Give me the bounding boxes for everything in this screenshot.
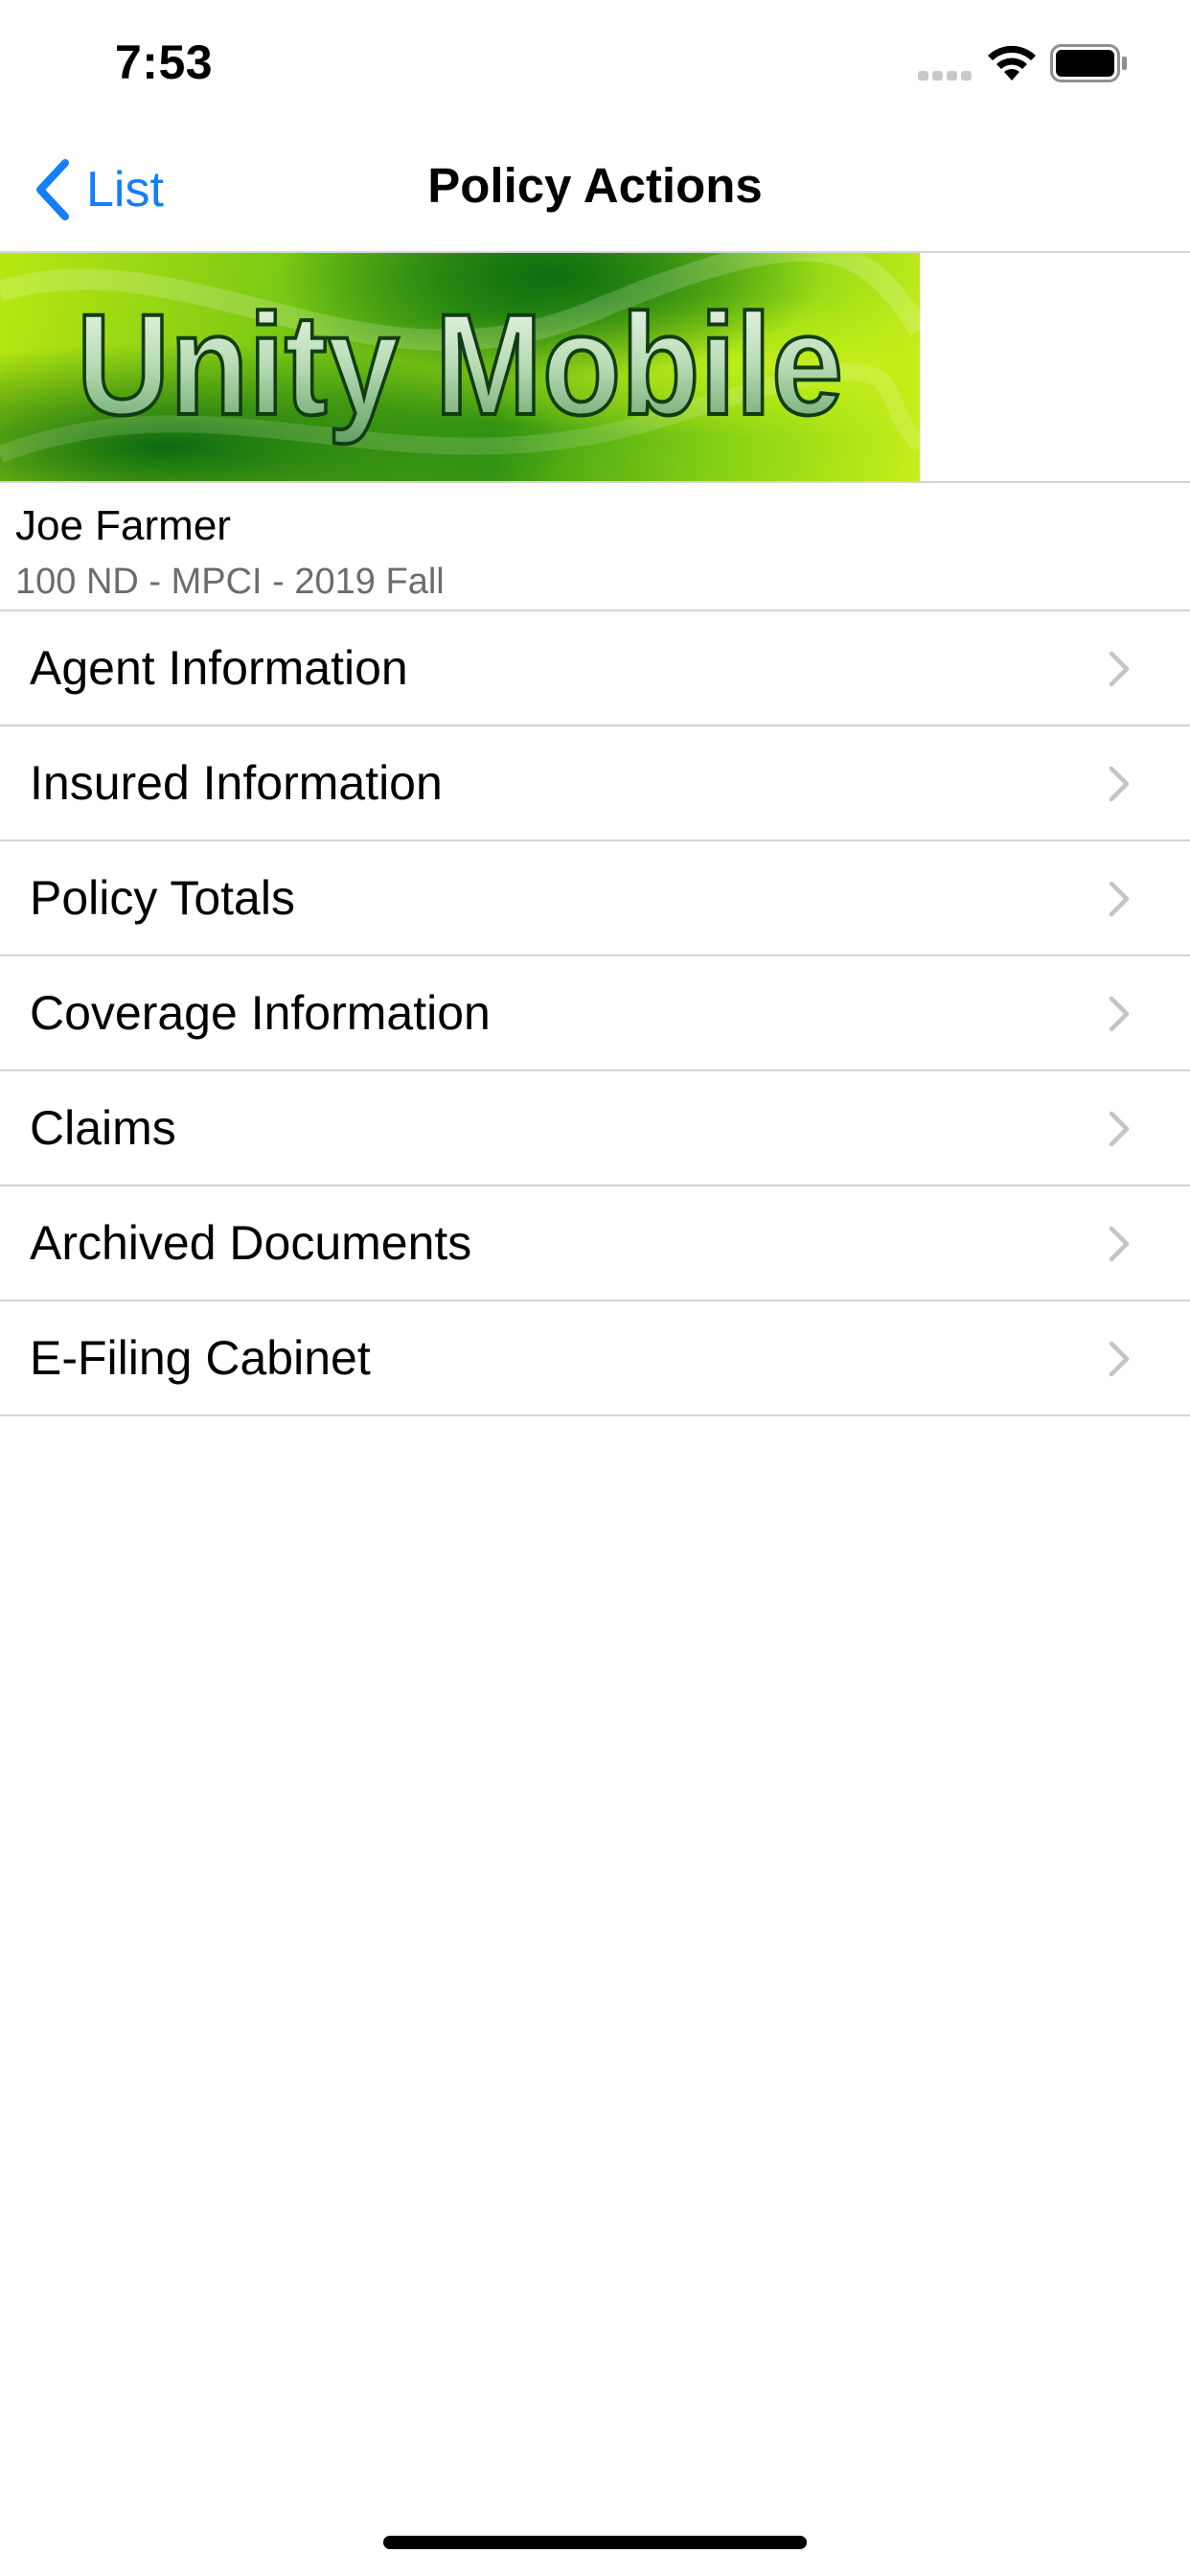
banner-row: Unity Mobile bbox=[0, 253, 1190, 483]
menu-item-label: Insured Information bbox=[30, 756, 443, 810]
menu-item-label: Archived Documents bbox=[30, 1216, 472, 1270]
chevron-right-icon bbox=[1109, 1226, 1130, 1262]
status-time: 7:53 bbox=[115, 35, 214, 89]
policy-header: Joe Farmer 100 ND - MPCI - 2019 Fall bbox=[0, 483, 1190, 611]
menu-item-agent-information[interactable]: Agent Information bbox=[0, 611, 1190, 726]
menu-item-label: Agent Information bbox=[30, 641, 408, 695]
wifi-icon bbox=[988, 45, 1036, 80]
chevron-right-icon bbox=[1109, 881, 1130, 917]
menu-item-label: Policy Totals bbox=[30, 871, 295, 925]
chevron-right-icon bbox=[1109, 996, 1130, 1032]
navigation-bar: List Policy Actions bbox=[0, 126, 1190, 253]
menu-item-coverage-information[interactable]: Coverage Information bbox=[0, 956, 1190, 1071]
menu-item-claims[interactable]: Claims bbox=[0, 1071, 1190, 1186]
menu-item-e-filing-cabinet[interactable]: E-Filing Cabinet bbox=[0, 1301, 1190, 1416]
unity-mobile-logo-banner: Unity Mobile bbox=[0, 253, 920, 481]
chevron-right-icon bbox=[1109, 1111, 1130, 1147]
menu-item-archived-documents[interactable]: Archived Documents bbox=[0, 1186, 1190, 1301]
policy-actions-list: Agent Information Insured Information Po… bbox=[0, 611, 1190, 1416]
chevron-right-icon bbox=[1109, 651, 1130, 687]
banner-swirl-graphic: Unity Mobile bbox=[0, 253, 920, 463]
page-title: Policy Actions bbox=[427, 158, 763, 213]
battery-icon bbox=[1050, 44, 1127, 82]
policy-description: 100 ND - MPCI - 2019 Fall bbox=[15, 562, 445, 602]
unity-mobile-logo-text: Unity Mobile bbox=[77, 284, 843, 445]
status-bar: 7:53 bbox=[0, 0, 1190, 126]
menu-item-policy-totals[interactable]: Policy Totals bbox=[0, 841, 1190, 956]
menu-item-insured-information[interactable]: Insured Information bbox=[0, 726, 1190, 841]
insured-name: Joe Farmer bbox=[15, 502, 231, 549]
menu-item-label: Coverage Information bbox=[30, 986, 491, 1040]
chevron-right-icon bbox=[1109, 766, 1130, 802]
menu-item-label: Claims bbox=[30, 1101, 176, 1155]
menu-item-label: E-Filing Cabinet bbox=[30, 1331, 371, 1385]
chevron-right-icon bbox=[1109, 1341, 1130, 1377]
home-indicator[interactable] bbox=[383, 2536, 807, 2549]
screen: 7:53 List Policy Actions Unity Mobile Jo… bbox=[0, 0, 1190, 2576]
cellular-signal-icon bbox=[918, 71, 972, 80]
